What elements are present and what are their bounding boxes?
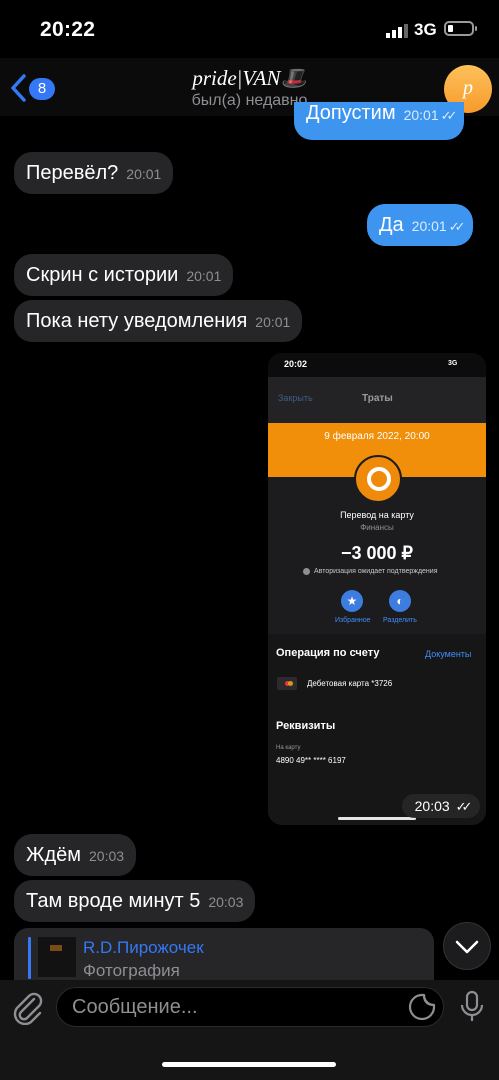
- battery-icon: [444, 21, 477, 36]
- message-text: Да: [379, 214, 404, 236]
- message-time: 20:01: [186, 268, 222, 284]
- message-bubble-incoming[interactable]: Перевёл? 20:01: [14, 152, 174, 194]
- message-bubble-incoming[interactable]: Пока нету уведомления 20:01: [14, 300, 303, 342]
- message-input-placeholder: Сообщение...: [72, 996, 198, 1018]
- paperclip-icon[interactable]: [10, 989, 44, 1025]
- forwarded-photo-message[interactable]: R.D.Пирожочек Фотография: [14, 928, 434, 980]
- clock-icon: [303, 568, 310, 575]
- message-text: Ждём: [26, 844, 82, 866]
- scroll-to-bottom-button[interactable]: [443, 922, 491, 970]
- message-time: 20:03: [89, 848, 125, 864]
- screenshot-operation-title: Операция по счету: [276, 647, 380, 659]
- message-time: 20:01: [403, 107, 439, 123]
- screenshot-transfer-label: Перевод на карту: [340, 510, 414, 520]
- read-ticks-icon: ✓✓: [455, 799, 473, 814]
- screenshot-favorite-label: Избранное: [335, 617, 371, 624]
- home-indicator[interactable]: [162, 1062, 336, 1067]
- message-time: 20:03: [414, 798, 450, 814]
- reply-author-name: R.D.Пирожочек: [83, 938, 204, 957]
- screenshot-to-card-label: На карту: [276, 745, 301, 751]
- message-time: 20:01: [255, 314, 291, 330]
- message-text: Перевёл?: [26, 162, 119, 184]
- message-text: Скрин с истории: [26, 264, 179, 286]
- status-time: 20:22: [40, 18, 96, 41]
- message-bubble-incoming[interactable]: Ждём 20:03: [14, 834, 137, 876]
- chevron-down-icon: [455, 940, 479, 954]
- microphone-icon[interactable]: [459, 990, 485, 1024]
- reply-accent-bar: [28, 937, 31, 979]
- message-bubble-outgoing[interactable]: Допустим 20:01 ✓✓: [294, 102, 465, 140]
- photo-time-badge: 20:03 ✓✓: [402, 794, 480, 818]
- screenshot-card-number: 4890 49** **** 6197: [276, 756, 346, 765]
- message-text: Там вроде минут 5: [26, 890, 201, 912]
- message-bubble-outgoing[interactable]: Да 20:01 ✓✓: [367, 204, 473, 246]
- message-time: 20:01: [126, 166, 162, 182]
- message-text: Допустим: [306, 102, 396, 124]
- read-ticks-icon: ✓✓: [440, 108, 458, 123]
- reply-media-type: Фотография: [83, 961, 180, 980]
- screenshot-title: Траты: [362, 393, 393, 404]
- read-ticks-icon: ✓✓: [448, 219, 466, 234]
- screenshot-split-label: Разделить: [383, 617, 417, 624]
- sticker-icon[interactable]: [408, 993, 436, 1021]
- screenshot-close-label: Закрыть: [278, 393, 313, 403]
- screenshot-network: 3G: [448, 360, 458, 367]
- signal-strength-icon: [386, 24, 408, 38]
- network-type: 3G: [414, 20, 437, 39]
- screenshot-status-note: Авторизация ожидает подтверждения: [314, 568, 437, 575]
- screenshot-status-time: 20:02: [284, 359, 308, 369]
- screenshot-requisites-title: Реквизиты: [276, 720, 336, 732]
- message-bubble-incoming[interactable]: Там вроде минут 5 20:03: [14, 880, 256, 922]
- screenshot-documents-link: Документы: [425, 649, 472, 659]
- mastercard-icon: [277, 677, 297, 690]
- message-bubble-incoming[interactable]: Скрин с истории 20:01: [14, 254, 234, 296]
- screenshot-category: Финансы: [360, 523, 394, 532]
- photo-thumbnail: [38, 937, 76, 977]
- screenshot-amount: −3 000 ₽: [340, 543, 413, 563]
- chat-title[interactable]: pride|VAN🎩: [0, 66, 499, 91]
- message-time: 20:01: [411, 218, 447, 234]
- screenshot-home-indicator: [338, 817, 416, 820]
- star-icon: ★: [341, 590, 363, 612]
- screenshot-date: 9 февраля 2022, 20:00: [324, 431, 430, 442]
- photo-message[interactable]: 20:02 3G Закрыть Траты 9 февраля 2022, 2…: [268, 353, 486, 825]
- message-text: Пока нету уведомления: [26, 310, 248, 332]
- screenshot-card-label: Дебетовая карта *3726: [307, 679, 393, 688]
- message-time: 20:03: [208, 894, 244, 910]
- qiwi-logo-icon: [354, 455, 402, 503]
- screenshot-status-note-text: Авторизация ожидает подтверждения: [314, 568, 438, 575]
- split-icon: ◐: [389, 590, 411, 612]
